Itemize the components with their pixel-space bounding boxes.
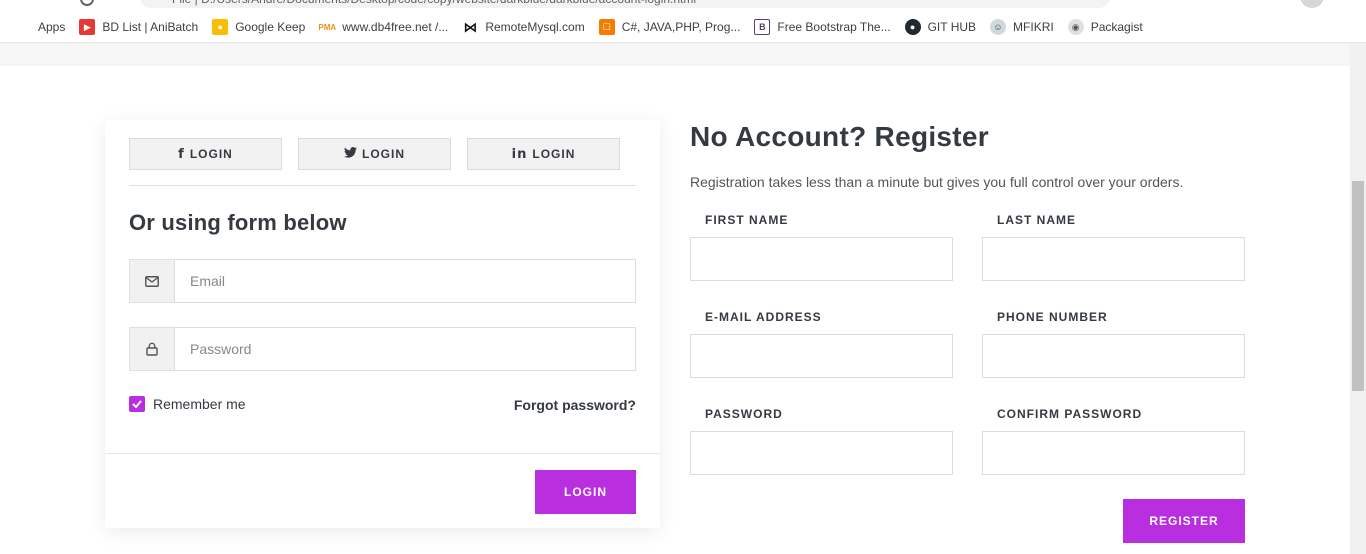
last-name-field[interactable] [982, 237, 1245, 281]
bookmark-label: C#, JAVA,PHP, Prog... [621, 20, 741, 34]
envelope-icon [129, 259, 174, 303]
header-band [0, 43, 1350, 66]
divider [129, 185, 636, 186]
bookmark-label: Apps [38, 20, 66, 34]
linkedin-login-button[interactable]: in LOGIN [467, 138, 620, 170]
remember-me-label: Remember me [153, 396, 246, 412]
address-bar[interactable]: File | D:/Users/Andre/Documents/Desktop/… [140, 0, 1110, 8]
reload-icon[interactable] [80, 0, 94, 6]
bookmark-google-keep[interactable]: ● Google Keep [212, 12, 305, 43]
codeproject-icon: ☐ [598, 19, 615, 35]
social-login-row: f LOGIN LOGIN in LOGIN [129, 138, 636, 170]
google-keep-icon: ● [212, 19, 229, 35]
facebook-icon: f [178, 146, 185, 162]
password-input[interactable] [174, 327, 636, 371]
register-button[interactable]: REGISTER [1123, 499, 1245, 543]
bookmark-mfikri[interactable]: ☺ MFIKRI [990, 12, 1054, 43]
anibatch-icon: ▶ [79, 19, 96, 35]
bookmark-github[interactable]: ● GIT HUB [904, 12, 977, 43]
social-login-label: LOGIN [362, 147, 405, 161]
card-footer-divider [105, 453, 660, 454]
lock-icon [129, 327, 174, 371]
bookmark-label: GIT HUB [927, 20, 977, 34]
password-label: PASSWORD [705, 407, 783, 421]
first-name-field[interactable] [690, 237, 953, 281]
packagist-icon: ◉ [1067, 19, 1084, 35]
bookmark-label: Packagist [1090, 20, 1143, 34]
bootstrap-icon: B [754, 19, 771, 35]
email-address-label: E-MAIL ADDRESS [705, 310, 822, 324]
linkedin-icon: in [511, 146, 528, 162]
bookmark-label: Free Bootstrap The... [777, 20, 891, 34]
phone-number-field[interactable] [982, 334, 1245, 378]
bookmark-packagist[interactable]: ◉ Packagist [1067, 12, 1143, 43]
login-form-heading: Or using form below [129, 210, 347, 235]
login-card: f LOGIN LOGIN in LOGIN Or using form bel… [105, 120, 660, 528]
bookmark-codeproject[interactable]: ☐ C#, JAVA,PHP, Prog... [598, 12, 741, 43]
email-input-group [129, 259, 636, 303]
bookmark-bootstrap[interactable]: B Free Bootstrap The... [754, 12, 891, 43]
register-subtitle: Registration takes less than a minute bu… [690, 174, 1184, 190]
login-button[interactable]: LOGIN [535, 470, 636, 514]
page-content: f LOGIN LOGIN in LOGIN Or using form bel… [0, 43, 1350, 554]
confirm-password-label: CONFIRM PASSWORD [997, 407, 1143, 421]
bookmark-label: RemoteMysql.com [485, 20, 585, 34]
remotemysql-icon: ⋈ [463, 18, 478, 35]
scrollbar-thumb[interactable] [1352, 181, 1364, 391]
apps-grid-icon [15, 19, 31, 35]
bookmark-apps[interactable]: Apps [15, 12, 65, 43]
bookmark-label: Google Keep [235, 20, 306, 34]
profile-avatar[interactable] [1300, 0, 1324, 8]
register-title: No Account? Register [690, 121, 989, 152]
email-input[interactable] [174, 259, 636, 303]
github-icon: ● [904, 19, 921, 35]
email-address-field[interactable] [690, 334, 953, 378]
social-login-label: LOGIN [189, 147, 233, 161]
browser-toolbar: File | D:/Users/Andre/Documents/Desktop/… [0, 0, 1366, 12]
remember-me-checkbox[interactable]: Remember me [129, 396, 246, 412]
bookmark-db4free[interactable]: PMA www.db4free.net /... [318, 12, 449, 43]
bookmarks-bar: Apps ▶ BD List | AniBatch ● Google Keep … [0, 12, 1366, 43]
forgot-password-link[interactable]: Forgot password? [514, 397, 636, 413]
twitter-icon [344, 146, 357, 162]
password-field[interactable] [690, 431, 953, 475]
twitter-login-button[interactable]: LOGIN [298, 138, 451, 170]
mfikri-avatar-icon: ☺ [990, 19, 1007, 35]
bookmark-label: MFIKRI [1013, 20, 1054, 34]
bookmark-label: BD List | AniBatch [102, 20, 199, 34]
social-login-label: LOGIN [532, 147, 576, 161]
confirm-password-field[interactable] [982, 431, 1245, 475]
phpmyadmin-icon: PMA [318, 22, 337, 32]
checkmark-icon [129, 396, 145, 412]
page-scrollbar[interactable] [1350, 43, 1366, 554]
last-name-label: LAST NAME [997, 213, 1076, 227]
bookmark-label: www.db4free.net /... [342, 20, 449, 34]
bookmark-remotemysql[interactable]: ⋈ RemoteMysql.com [462, 12, 584, 43]
facebook-login-button[interactable]: f LOGIN [129, 138, 282, 170]
phone-number-label: PHONE NUMBER [997, 310, 1108, 324]
bookmark-anibatch[interactable]: ▶ BD List | AniBatch [79, 12, 198, 43]
first-name-label: FIRST NAME [705, 213, 789, 227]
password-input-group [129, 327, 636, 371]
